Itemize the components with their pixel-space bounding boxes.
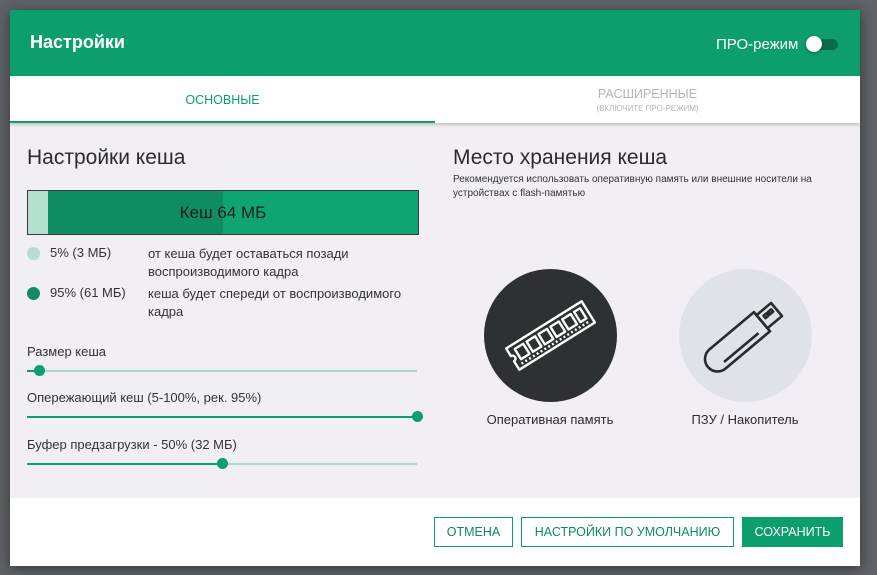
dialog-footer: ОТМЕНА НАСТРОЙКИ ПО УМОЛЧАНИЮ СОХРАНИТЬ (10, 498, 860, 566)
storage-option-ram-label: Оперативная память (486, 412, 614, 427)
tab-basic[interactable]: ОСНОВНЫЕ (10, 76, 435, 123)
pro-mode-toggle[interactable] (806, 36, 838, 52)
save-button[interactable]: СОХРАНИТЬ (742, 517, 843, 547)
storage-option-rom-label: ПЗУ / Накопитель (691, 412, 799, 427)
cache-bar-label: Кеш 64 МБ (179, 203, 267, 222)
legend-behind-dot (27, 247, 40, 260)
cache-storage-subtitle: Рекомендуется использовать оперативную п… (453, 174, 812, 199)
slider-fill (27, 416, 417, 418)
cache-storage-title: Место хранения кеша (453, 146, 668, 169)
cache-bar: Кеш 64 МБ (27, 190, 419, 235)
rom-circle (679, 269, 812, 402)
tab-basic-label: ОСНОВНЫЕ (185, 93, 260, 107)
ram-icon (484, 300, 617, 406)
legend-behind: 5% (3 МБ) от кеша будет оставаться позад… (27, 245, 427, 285)
slider-thumb[interactable] (33, 365, 45, 376)
preload-buffer-slider[interactable] (27, 457, 417, 471)
preload-buffer-label: Буфер предзагрузки - 50% (32 МБ) (27, 437, 237, 452)
cache-size-slider[interactable] (27, 364, 417, 378)
settings-tabs: ОСНОВНЫЕ РАСШИРЕННЫЕ (ВКЛЮЧИТЕ ПРО-РЕЖИМ… (10, 76, 860, 123)
active-tab-indicator (10, 121, 435, 123)
cancel-button[interactable]: ОТМЕНА (434, 517, 513, 547)
usb-drive-icon (679, 301, 812, 406)
defaults-button[interactable]: НАСТРОЙКИ ПО УМОЛЧАНИЮ (521, 517, 734, 547)
ahead-cache-label: Опережающий кеш (5-100%, рек. 95%) (27, 390, 262, 405)
slider-fill (27, 463, 222, 465)
settings-dialog: Настройки ПРО-режим ОСНОВНЫЕ РАСШИРЕННЫЕ… (10, 10, 860, 566)
tab-advanced-hint: (ВКЛЮЧИТЕ ПРО-РЕЖИМ) (596, 104, 699, 113)
tab-advanced-label: РАСШИРЕННЫЕ (597, 87, 698, 101)
storage-option-rom[interactable]: ПЗУ / Накопитель (660, 269, 830, 439)
toggle-knob (806, 36, 822, 52)
legend-ahead-desc: кеша будет спереди от воспроизводимого к… (148, 286, 402, 319)
ahead-cache-slider[interactable] (27, 410, 423, 424)
slider-rail (27, 370, 417, 372)
legend-ahead: 95% (61 МБ) кеша будет спереди от воспро… (27, 285, 427, 325)
tab-advanced[interactable]: РАСШИРЕННЫЕ (ВКЛЮЧИТЕ ПРО-РЕЖИМ) (435, 76, 860, 123)
legend-behind-value: 5% (3 МБ) (50, 245, 112, 260)
cache-size-label: Размер кеша (27, 344, 107, 359)
ram-circle (484, 269, 617, 402)
slider-thumb[interactable] (217, 458, 228, 469)
legend-ahead-value: 95% (61 МБ) (50, 285, 126, 300)
storage-option-ram[interactable]: Оперативная память (465, 269, 635, 439)
dialog-title: Настройки (30, 32, 125, 52)
legend-ahead-dot (27, 287, 40, 300)
dialog-header: Настройки ПРО-режим (10, 10, 860, 76)
pro-mode-label: ПРО-режим (716, 36, 799, 53)
slider-thumb[interactable] (412, 411, 423, 422)
cache-settings-title: Настройки кеша (27, 146, 186, 169)
legend-behind-desc: от кеша будет оставаться позади воспроиз… (148, 246, 349, 279)
